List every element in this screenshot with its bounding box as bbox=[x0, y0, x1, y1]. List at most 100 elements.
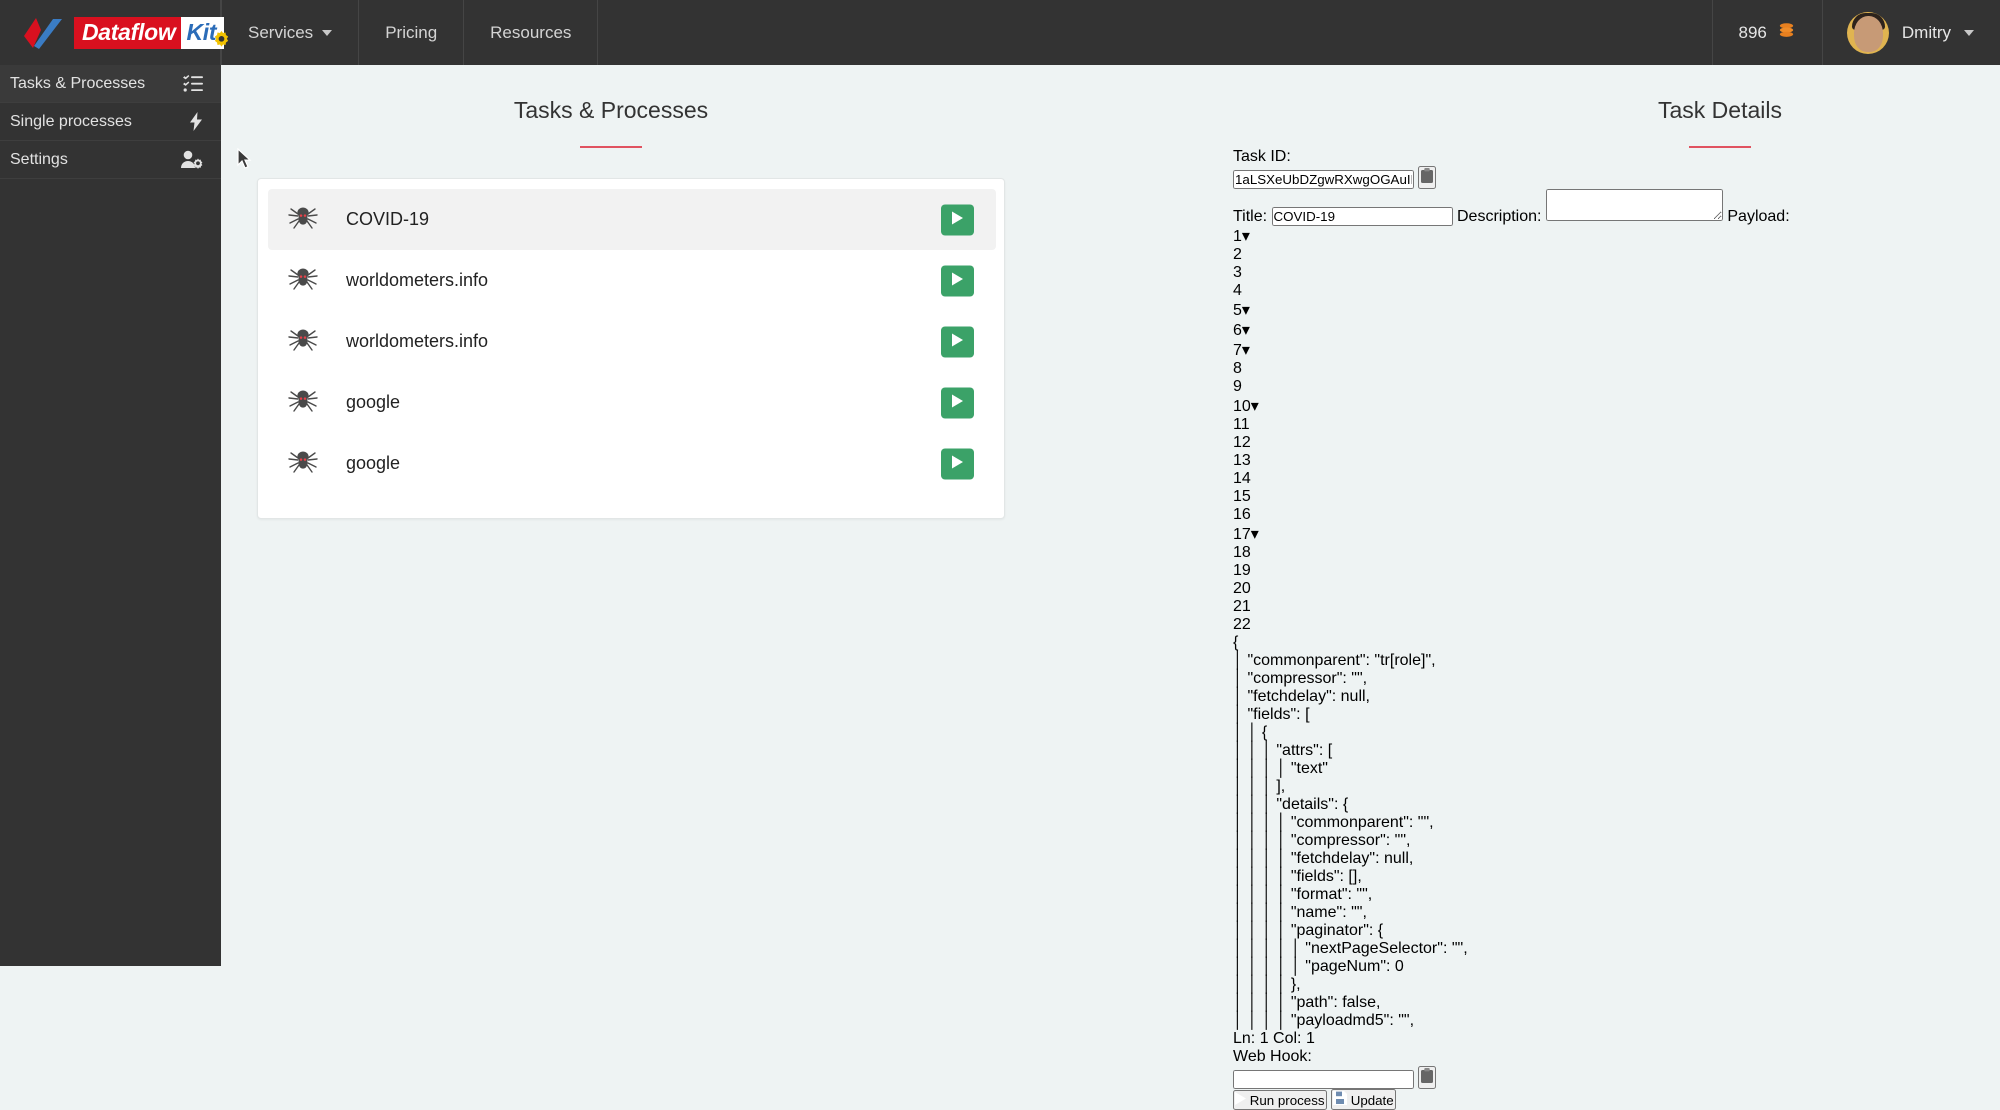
code-line: │ │ │ │ "fields": [], bbox=[1233, 868, 1362, 885]
code-line: │ │ │ │ "format": "", bbox=[1233, 886, 1373, 903]
title-input[interactable] bbox=[1271, 207, 1453, 226]
code-line: │ │ │ │ "payloadmd5": "", bbox=[1233, 1012, 1415, 1029]
fold-toggle-icon[interactable]: ▾ bbox=[1242, 302, 1250, 319]
line-number: 20 bbox=[1233, 580, 1251, 597]
description-textarea[interactable] bbox=[1545, 189, 1723, 221]
sidebar-item-single-processes[interactable]: Single processes bbox=[0, 103, 221, 141]
sidebar-item-settings[interactable]: Settings bbox=[0, 141, 221, 179]
line-number: 17▾ bbox=[1233, 526, 1259, 543]
web-hook-input[interactable] bbox=[1233, 1070, 1414, 1089]
top-navbar: Dataflow Kit Services Pricing Resources … bbox=[0, 0, 2000, 65]
main-content: Tasks & Processes COVID-19 worldometers.… bbox=[221, 65, 2000, 1110]
run-task-button[interactable] bbox=[941, 204, 974, 235]
run-process-button[interactable]: Run process bbox=[1233, 1090, 1327, 1110]
fold-toggle-icon[interactable]: ▾ bbox=[1251, 526, 1259, 543]
task-details-title: Task Details bbox=[1658, 97, 1782, 123]
code-line: { bbox=[1233, 634, 1239, 651]
spider-icon bbox=[288, 447, 318, 480]
play-icon bbox=[952, 455, 963, 472]
web-hook-row bbox=[1233, 1066, 2000, 1089]
task-row-label: google bbox=[346, 392, 401, 412]
task-row[interactable]: worldometers.info bbox=[268, 311, 996, 372]
run-task-button[interactable] bbox=[941, 448, 974, 479]
fold-toggle-icon[interactable]: ▾ bbox=[1242, 342, 1250, 359]
sidebar-item-tasks-processes[interactable]: Tasks & Processes bbox=[0, 65, 221, 103]
dataflow-logo-mark-icon bbox=[22, 16, 66, 50]
code-line: │ │ │ │ }, bbox=[1233, 976, 1301, 993]
task-row[interactable]: google bbox=[268, 372, 996, 433]
web-hook-label: Web Hook: bbox=[1233, 1048, 1312, 1065]
run-task-button[interactable] bbox=[941, 387, 974, 418]
mouse-cursor bbox=[235, 147, 257, 178]
clipboard-icon bbox=[1420, 168, 1434, 187]
run-task-button[interactable] bbox=[941, 326, 974, 357]
update-button[interactable]: Update bbox=[1330, 1089, 1396, 1110]
user-menu[interactable]: Dmitry bbox=[1823, 0, 2000, 65]
task-id-input[interactable] bbox=[1233, 170, 1414, 189]
task-row-label: COVID-19 bbox=[346, 209, 430, 229]
payload-code-content[interactable]: {│ "commonparent": "tr[role]", │ "compres… bbox=[1233, 634, 2000, 1030]
code-line: │ "fields": [ bbox=[1233, 706, 1310, 723]
fold-toggle-icon[interactable]: ▾ bbox=[1251, 398, 1259, 415]
navbar-right: 896 Dmitry bbox=[1711, 0, 2000, 65]
play-icon bbox=[1235, 1092, 1250, 1108]
tasks-column: Tasks & Processes COVID-19 worldometers.… bbox=[235, 65, 1005, 519]
play-icon bbox=[952, 272, 963, 289]
copy-task-id-button[interactable] bbox=[1418, 166, 1437, 189]
line-number: 2 bbox=[1233, 246, 1242, 263]
page-title: Tasks & Processes bbox=[513, 97, 709, 123]
nav-link-resources-label: Resources bbox=[490, 22, 572, 42]
form-actions: Run process Update bbox=[1233, 1089, 2000, 1110]
line-number: 1▾ bbox=[1233, 228, 1250, 245]
task-row[interactable]: google bbox=[268, 433, 996, 494]
main-nav: Services Pricing Resources bbox=[221, 0, 599, 65]
code-line: │ │ { bbox=[1233, 724, 1268, 741]
line-number: 22 bbox=[1233, 616, 1251, 633]
code-line: │ │ │ "details": { bbox=[1233, 796, 1349, 813]
nav-link-resources[interactable]: Resources bbox=[464, 0, 599, 65]
brand-logo[interactable]: Dataflow Kit bbox=[0, 0, 229, 65]
spider-icon bbox=[288, 325, 318, 358]
chevron-down-icon bbox=[1964, 29, 1974, 36]
fold-toggle-icon[interactable]: ▾ bbox=[1242, 322, 1250, 339]
save-icon bbox=[1332, 1091, 1351, 1108]
sidebar-item-single-processes-label: Single processes bbox=[10, 112, 132, 130]
fold-toggle-icon[interactable]: ▾ bbox=[1242, 228, 1250, 245]
copy-web-hook-button[interactable] bbox=[1418, 1066, 1437, 1089]
nav-link-pricing[interactable]: Pricing bbox=[359, 0, 465, 65]
task-details-column: Task Details Task ID: Title: Description… bbox=[1233, 65, 2000, 1110]
line-number: 5▾ bbox=[1233, 302, 1250, 319]
line-number: 21 bbox=[1233, 598, 1251, 615]
payload-line-numbers: 1▾ 2 3 4 5▾ 6▾ 7▾ 8 9 10▾ 11 12 13 14 15 16 17▾ 18 19 20 21 2… bbox=[1233, 226, 2000, 634]
code-line: │ │ │ │ "fetchdelay": null, bbox=[1233, 850, 1414, 867]
title-underline bbox=[580, 146, 642, 148]
sidebar-item-settings-label: Settings bbox=[10, 150, 68, 168]
avatar bbox=[1846, 11, 1889, 54]
nav-link-services[interactable]: Services bbox=[221, 0, 360, 65]
payload-editor-body: 1▾ 2 3 4 5▾ 6▾ 7▾ 8 9 10▾ 11 12 13 14 15 16 17▾ 18 19 20 21 2… bbox=[1233, 226, 2000, 1030]
clipboard-icon bbox=[1420, 1068, 1434, 1087]
run-task-button[interactable] bbox=[941, 265, 974, 296]
list-check-icon bbox=[183, 74, 203, 93]
sidebar-item-tasks-processes-label: Tasks & Processes bbox=[10, 74, 146, 92]
code-line: │ │ │ │ "commonparent": "", bbox=[1233, 814, 1434, 831]
user-name: Dmitry bbox=[1901, 22, 1951, 42]
code-line: │ │ │ ], bbox=[1233, 778, 1286, 795]
credits-balance[interactable]: 896 bbox=[1711, 0, 1823, 65]
cursor-line-indicator: Ln: 1 bbox=[1233, 1030, 1269, 1047]
tasks-list-card: COVID-19 worldometers.info worldometers.… bbox=[257, 178, 1005, 519]
line-number: 9 bbox=[1233, 378, 1242, 395]
line-number: 7▾ bbox=[1233, 342, 1250, 359]
code-line: │ │ │ │ "name": "", bbox=[1233, 904, 1367, 921]
payload-code-editor[interactable]: 1▾ 2 3 4 5▾ 6▾ 7▾ 8 9 10▾ 11 12 13 14 15 16 17▾ 18 19 20 21 2… bbox=[1233, 226, 2000, 1048]
task-id-label: Task ID: bbox=[1233, 148, 1291, 165]
code-line: │ │ │ │ │ "nextPageSelector": "", bbox=[1233, 940, 1468, 957]
task-row[interactable]: COVID-19 bbox=[268, 189, 996, 250]
task-row[interactable]: worldometers.info bbox=[268, 250, 996, 311]
code-line: │ │ │ "attrs": [ bbox=[1233, 742, 1333, 759]
code-line: │ "fetchdelay": null, bbox=[1233, 688, 1370, 705]
nav-link-pricing-label: Pricing bbox=[385, 22, 438, 42]
task-row-label: worldometers.info bbox=[346, 331, 489, 351]
line-number: 14 bbox=[1233, 470, 1251, 487]
task-row-label: google bbox=[346, 453, 401, 473]
